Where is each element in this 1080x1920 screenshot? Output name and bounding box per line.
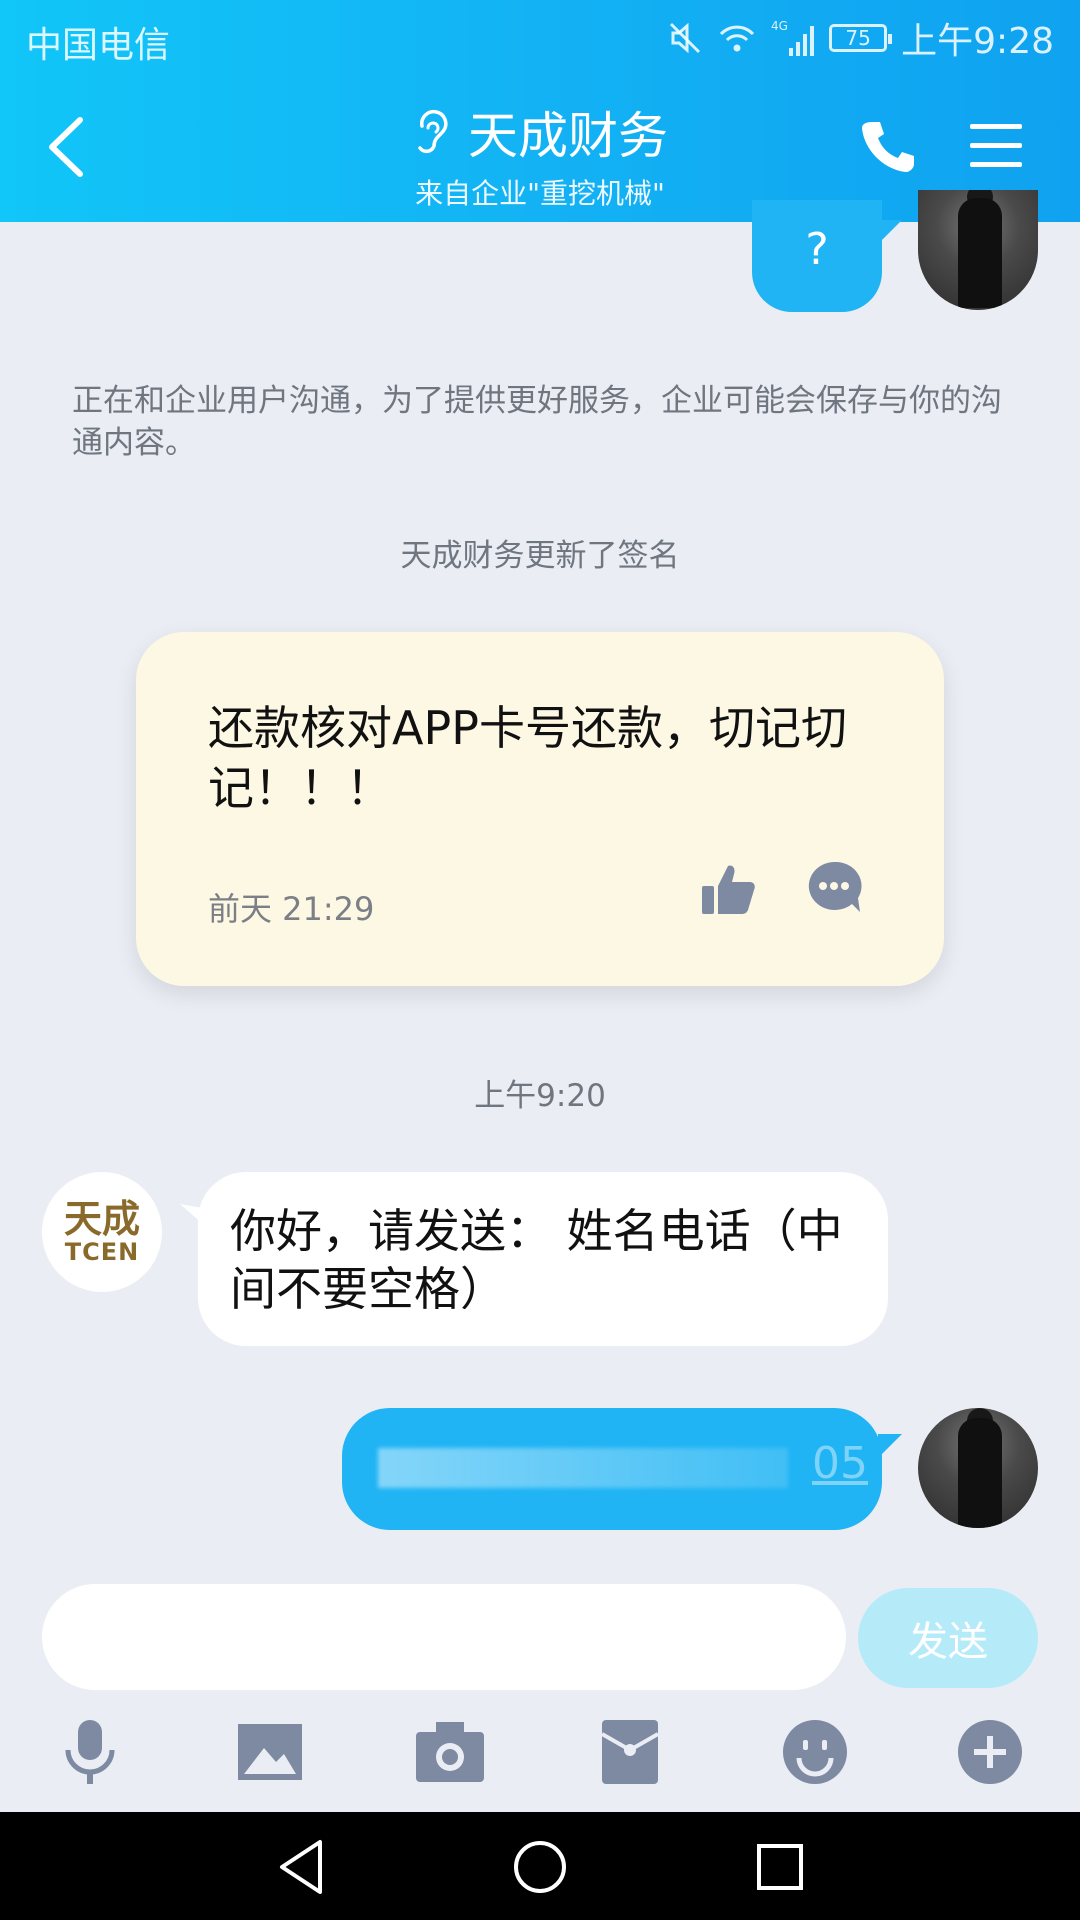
battery-icon: 75: [829, 24, 893, 52]
plus-icon[interactable]: [950, 1712, 1030, 1792]
home-circle-icon[interactable]: [505, 1832, 575, 1902]
outgoing-bubble-question[interactable]: ?: [752, 200, 882, 312]
ear-icon[interactable]: [412, 106, 452, 158]
send-button[interactable]: 发送: [858, 1588, 1038, 1688]
phone-call-button[interactable]: [858, 116, 918, 176]
signature-update-notice: 天成财务更新了签名: [400, 538, 680, 574]
signal-icon: 4G: [771, 19, 815, 56]
carrier-name: 中国电信: [26, 25, 171, 66]
bubble-tail: [878, 1434, 902, 1458]
network-type: 4G: [771, 19, 788, 33]
company-logo-en: TCEN: [64, 1238, 140, 1266]
emoji-icon[interactable]: [775, 1712, 855, 1792]
signature-time: 前天 21:29: [208, 890, 375, 928]
thumbs-up-icon[interactable]: [698, 860, 758, 920]
signature-card[interactable]: 还款核对APP卡号还款，切记切记！！！ 前天 21:29: [136, 632, 944, 986]
company-logo-cn: 天成: [63, 1197, 140, 1241]
question-text: ?: [805, 224, 829, 275]
comment-icon[interactable]: [804, 858, 864, 918]
status-time: 上午9:28: [901, 21, 1054, 62]
wifi-icon: [720, 25, 755, 52]
status-bar: 中国电信 4G 75 上午9:28: [0, 0, 1080, 76]
image-icon[interactable]: [230, 1712, 310, 1792]
incoming-message-text: 你好，请发送： 姓名电话（中间不要空格）: [230, 1204, 843, 1316]
chat-title: 天成财务: [468, 107, 668, 165]
battery-level: 75: [845, 26, 871, 50]
system-nav-bar: [0, 1812, 1080, 1920]
blurred-content: [378, 1448, 788, 1488]
message-input[interactable]: [42, 1584, 846, 1690]
signature-text: 还款核对APP卡号还款，切记切记！！！: [208, 701, 847, 815]
incoming-bubble[interactable]: 你好，请发送： 姓名电话（中间不要空格）: [198, 1172, 888, 1346]
microphone-icon[interactable]: [50, 1712, 130, 1792]
mute-icon: [670, 22, 701, 54]
privacy-notice: 正在和企业用户沟通，为了提供更好服务，企业可能会保存与你的沟通内容。: [72, 383, 1002, 461]
back-triangle-icon[interactable]: [268, 1832, 338, 1902]
status-icons: 4G 75 上午9:28: [667, 14, 1054, 62]
message-timestamp: 上午9:20: [474, 1078, 606, 1114]
red-packet-icon[interactable]: [590, 1712, 670, 1792]
user-avatar[interactable]: [918, 190, 1038, 310]
chat-header: 中国电信 4G 75 上午9:28 天成财务 来自企业"重挖机械": [0, 0, 1080, 222]
menu-button[interactable]: [968, 118, 1024, 174]
company-avatar[interactable]: 天成 TCEN: [42, 1172, 162, 1292]
outgoing-message-visible-part: 05: [812, 1438, 868, 1489]
outgoing-bubble-blurred[interactable]: 05: [342, 1408, 882, 1530]
recent-square-icon[interactable]: [745, 1832, 815, 1902]
bubble-tail: [878, 220, 902, 244]
user-avatar[interactable]: [918, 1408, 1038, 1528]
camera-icon[interactable]: [410, 1712, 490, 1792]
input-toolbar: [0, 1712, 1080, 1812]
